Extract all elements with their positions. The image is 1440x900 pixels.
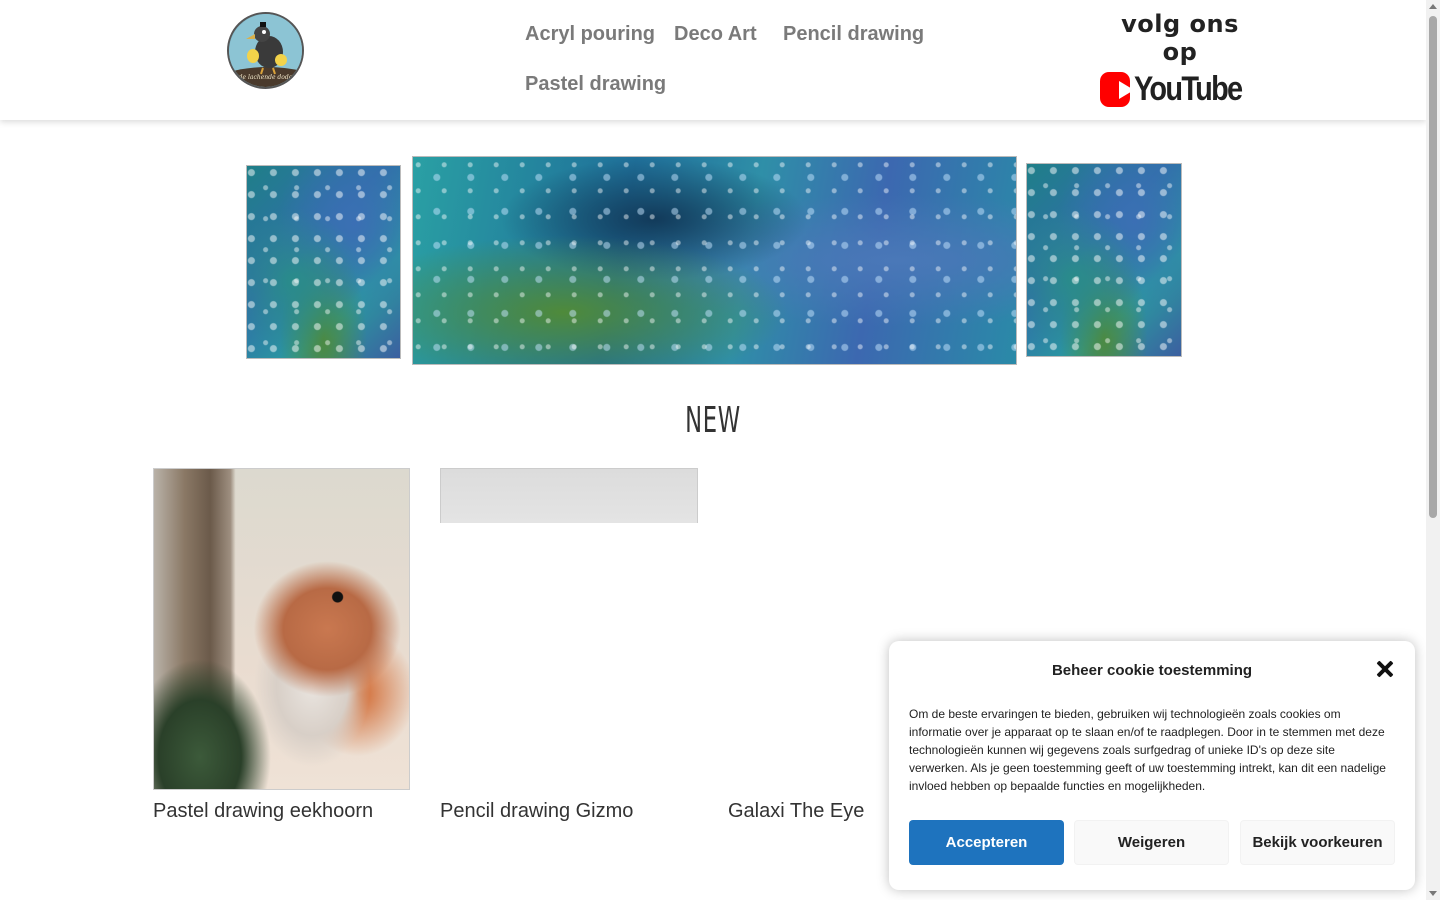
youtube-follow[interactable]: volg ons op YouTube [1100, 10, 1260, 109]
product-image-eekhoorn[interactable] [153, 468, 410, 790]
accept-cookies-button[interactable]: Accepteren [909, 820, 1064, 865]
nav-deco-art[interactable]: Deco Art [674, 23, 757, 46]
banner-image-center [412, 156, 1017, 365]
product-image-gizmo[interactable] [440, 468, 698, 523]
follow-text: volg ons op [1121, 10, 1239, 66]
cookie-body-text: Om de beste ervaringen te bieden, gebrui… [909, 707, 1386, 793]
deny-cookies-button[interactable]: Weigeren [1074, 820, 1229, 865]
banner-image-right [1026, 163, 1182, 357]
section-title-new: NEW [685, 400, 741, 441]
scroll-thumb[interactable] [1429, 16, 1437, 518]
nav-pencil-drawing[interactable]: Pencil drawing [783, 23, 924, 46]
youtube-play-icon [1100, 72, 1134, 107]
nav-acryl-pouring[interactable]: Acryl pouring [525, 23, 655, 46]
product-title-gizmo[interactable]: Pencil drawing Gizmo [440, 800, 633, 823]
product-title-eekhoorn[interactable]: Pastel drawing eekhoorn [153, 800, 373, 823]
close-icon[interactable] [1375, 659, 1395, 679]
scroll-down-arrow-icon[interactable] [1429, 891, 1437, 896]
page-scrollbar[interactable] [1426, 0, 1440, 900]
site-header: de lachende dodo Acryl pouring Deco Art … [0, 0, 1426, 120]
youtube-wordmark: YouTube [1133, 70, 1243, 108]
site-logo[interactable]: de lachende dodo [227, 12, 304, 89]
youtube-logo[interactable]: YouTube [1100, 70, 1260, 109]
cookie-title: Beheer cookie toestemming [1051, 662, 1253, 679]
scroll-up-arrow-icon[interactable] [1429, 4, 1437, 9]
cookie-consent-dialog: Beheer cookie toestemming Om de beste er… [889, 641, 1415, 890]
nav-pastel-drawing[interactable]: Pastel drawing [525, 73, 666, 96]
logo-text: de lachende dodo [238, 74, 293, 81]
banner-image-left [246, 165, 401, 359]
product-title-galaxi[interactable]: Galaxi The Eye [728, 800, 864, 823]
view-preferences-button[interactable]: Bekijk voorkeuren [1240, 820, 1395, 865]
